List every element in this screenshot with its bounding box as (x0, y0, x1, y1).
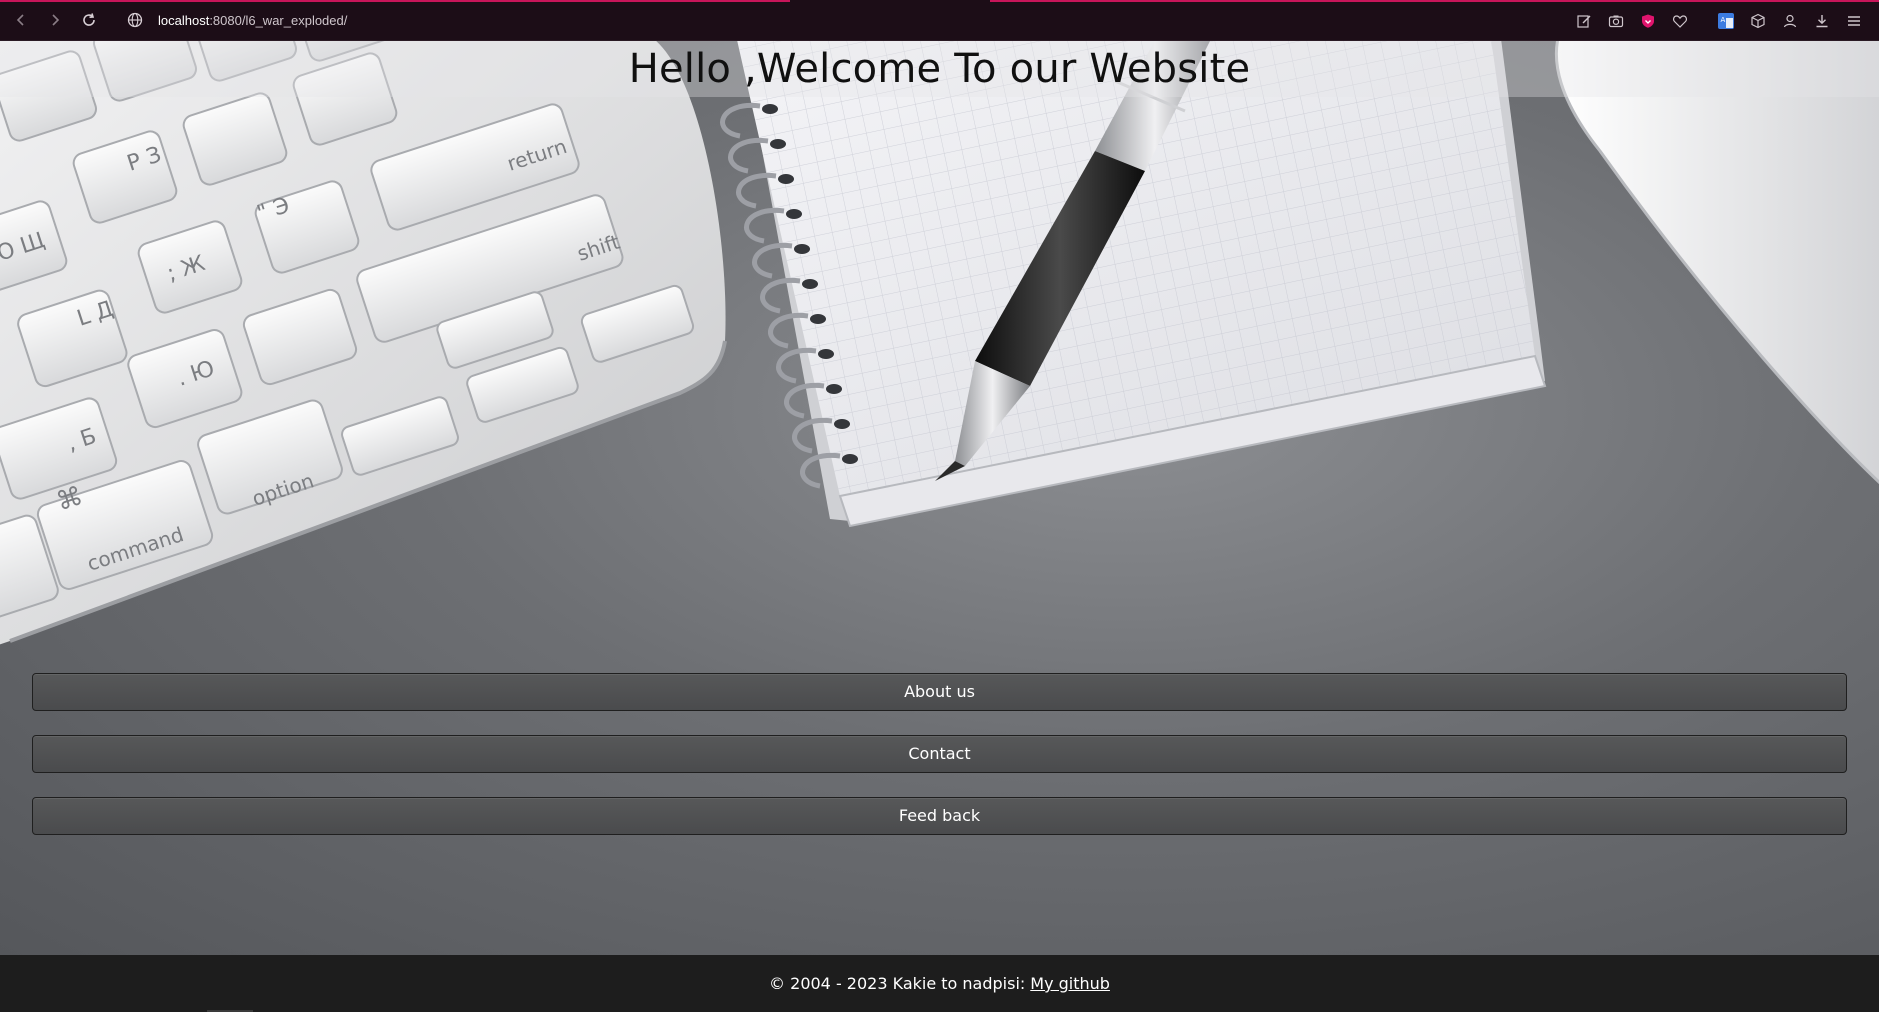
cube-icon[interactable] (1747, 10, 1769, 32)
forward-icon[interactable] (42, 7, 68, 33)
header-banner: Hello ,Welcome To our Website (0, 41, 1879, 97)
page-title: Hello ,Welcome To our Website (628, 46, 1251, 92)
heart-icon[interactable] (1669, 10, 1691, 32)
about-us-button[interactable]: About us (32, 673, 1847, 711)
camera-icon[interactable] (1605, 10, 1627, 32)
url-path: :8080/l6_war_exploded/ (209, 12, 348, 28)
download-icon[interactable] (1811, 10, 1833, 32)
url-host: localhost (158, 12, 210, 28)
address-bar[interactable]: localhost:8080/l6_war_exploded/ (158, 13, 347, 28)
reload-icon[interactable] (76, 7, 102, 33)
footer: © 2004 - 2023 Kakie to nadpisi: My githu… (0, 955, 1879, 1012)
profile-icon[interactable] (1779, 10, 1801, 32)
svg-text:A: A (1721, 16, 1726, 24)
contact-button[interactable]: Contact (32, 735, 1847, 773)
browser-toolbar: localhost:8080/l6_war_exploded/ A (0, 0, 1879, 41)
shield-icon[interactable] (1637, 10, 1659, 32)
translate-icon[interactable]: A (1715, 10, 1737, 32)
back-icon[interactable] (8, 7, 34, 33)
nav-menu: About us Contact Feed back (32, 673, 1847, 859)
menu-icon[interactable] (1843, 10, 1865, 32)
github-link[interactable]: My github (1030, 974, 1110, 993)
feedback-button[interactable]: Feed back (32, 797, 1847, 835)
globe-icon[interactable] (124, 9, 146, 31)
tab-indicator (0, 0, 790, 2)
edit-icon[interactable] (1573, 10, 1595, 32)
copyright-text: © 2004 - 2023 Kakie to nadpisi: (769, 974, 1026, 993)
